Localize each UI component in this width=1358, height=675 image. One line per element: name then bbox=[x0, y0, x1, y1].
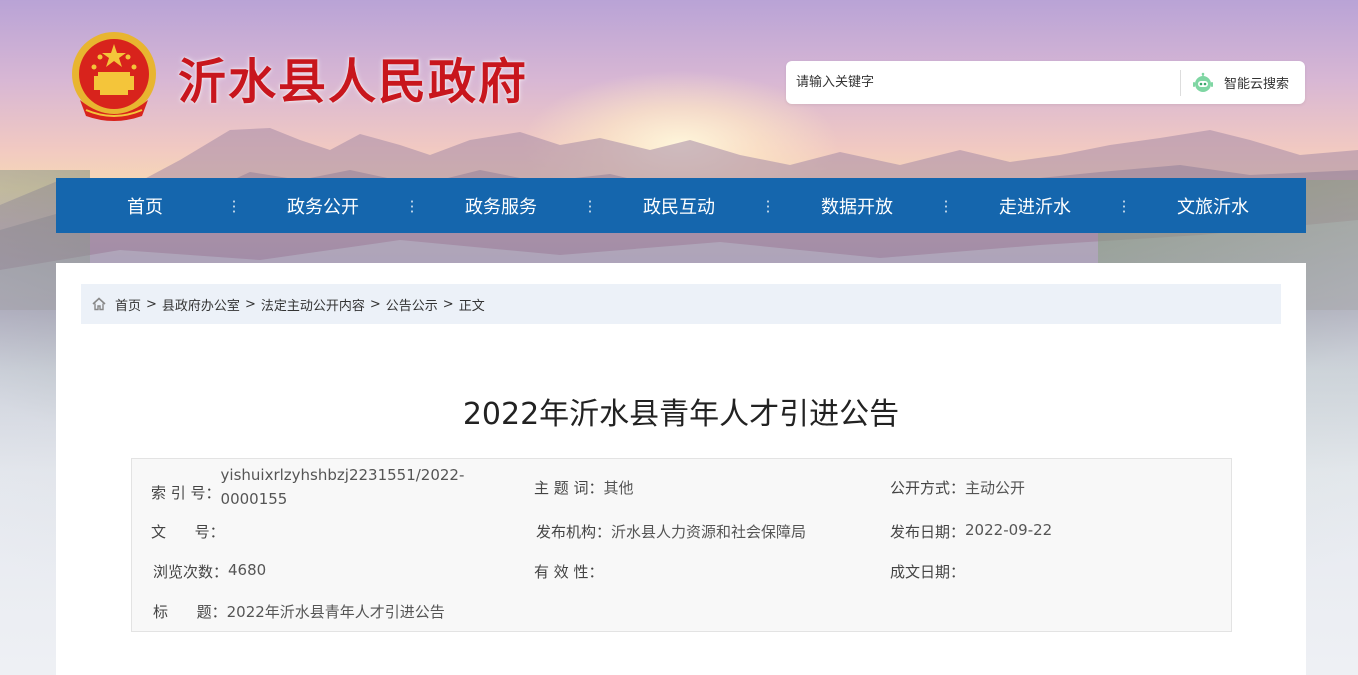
main-nav: 首页 政务公开 政务服务 政民互动 数据开放 走进沂水 文旅沂水 bbox=[56, 178, 1306, 233]
meta-open-mode: 公开方式： 主动公开 bbox=[890, 477, 1025, 498]
breadcrumb-announcements[interactable]: 公告公示 bbox=[386, 295, 438, 314]
meta-value: 2022-09-22 bbox=[965, 521, 1053, 539]
metadata-table: 索 引 号： yishuixrlzyhshbzj2231551/2022-000… bbox=[131, 458, 1232, 632]
nav-item-home[interactable]: 首页 bbox=[56, 193, 234, 219]
meta-value: 其他 bbox=[603, 479, 634, 497]
search-bar: 智能云搜索 bbox=[786, 61, 1305, 104]
meta-label: 浏览次数： bbox=[153, 563, 229, 581]
meta-index-number: 索 引 号： yishuixrlzyhshbzj2231551/2022-000… bbox=[151, 463, 471, 511]
meta-label: 发布日期： bbox=[890, 523, 966, 541]
nav-item-culture-tourism[interactable]: 文旅沂水 bbox=[1124, 193, 1302, 219]
article-title: 2022年沂水县青年人才引进公告 bbox=[462, 397, 900, 432]
content-panel: 首页 > 县政府办公室 > 法定主动公开内容 > 公告公示 > 正文 2022年… bbox=[56, 263, 1306, 675]
robot-icon bbox=[1193, 72, 1213, 92]
meta-label: 成文日期： bbox=[890, 563, 966, 581]
meta-title: 标 题： 2022年沂水县青年人才引进公告 bbox=[153, 601, 445, 622]
meta-value: 沂水县人力资源和社会保障局 bbox=[611, 523, 807, 541]
breadcrumb-separator: > bbox=[369, 296, 381, 312]
meta-label: 主 题 词： bbox=[534, 479, 604, 497]
meta-view-count: 浏览次数： 4680 bbox=[153, 561, 266, 582]
breadcrumb-separator: > bbox=[244, 296, 256, 312]
breadcrumb-county-office[interactable]: 县政府办公室 bbox=[162, 295, 240, 314]
meta-label: 有 效 性： bbox=[534, 563, 604, 581]
smart-search-label: 智能云搜索 bbox=[1224, 77, 1290, 92]
meta-document-number: 文 号： bbox=[151, 521, 225, 542]
nav-item-about-yishui[interactable]: 走进沂水 bbox=[946, 193, 1124, 219]
national-emblem-icon[interactable] bbox=[70, 30, 158, 122]
smart-search-button[interactable]: 智能云搜索 bbox=[1186, 61, 1305, 104]
meta-value: 主动公开 bbox=[965, 479, 1026, 497]
breadcrumb-separator: > bbox=[442, 296, 454, 312]
nav-item-government-services[interactable]: 政务服务 bbox=[412, 193, 590, 219]
breadcrumb-current: 正文 bbox=[458, 298, 485, 314]
meta-publisher: 发布机构： 沂水县人力资源和社会保障局 bbox=[536, 521, 806, 542]
meta-value: 2022年沂水县青年人才引进公告 bbox=[226, 603, 445, 621]
nav-item-open-data[interactable]: 数据开放 bbox=[768, 193, 946, 219]
meta-label: 文 号： bbox=[151, 523, 225, 541]
meta-written-date: 成文日期： bbox=[890, 561, 965, 582]
breadcrumb-statutory-disclosure[interactable]: 法定主动公开内容 bbox=[261, 295, 365, 314]
nav-item-interaction[interactable]: 政民互动 bbox=[590, 193, 768, 219]
meta-label: 公开方式： bbox=[890, 479, 966, 497]
meta-subject: 主 题 词： 其他 bbox=[534, 477, 634, 498]
breadcrumb-home[interactable]: 首页 bbox=[115, 295, 141, 314]
breadcrumb: 首页 > 县政府办公室 > 法定主动公开内容 > 公告公示 > 正文 bbox=[81, 284, 1281, 324]
nav-item-government-affairs[interactable]: 政务公开 bbox=[234, 193, 412, 219]
search-input[interactable] bbox=[786, 61, 1176, 104]
meta-label: 标 题： bbox=[153, 603, 227, 621]
meta-publish-date: 发布日期： 2022-09-22 bbox=[890, 521, 1052, 542]
home-icon bbox=[92, 297, 106, 311]
search-divider bbox=[1180, 70, 1181, 96]
meta-label: 索 引 号： bbox=[151, 484, 221, 502]
meta-validity: 有 效 性： bbox=[534, 561, 604, 582]
site-title[interactable]: 沂水县人民政府 bbox=[178, 42, 528, 112]
meta-value: 4680 bbox=[228, 561, 267, 579]
meta-label: 发布机构： bbox=[536, 523, 612, 541]
meta-value: yishuixrlzyhshbzj2231551/2022-0000155 bbox=[220, 466, 465, 508]
breadcrumb-separator: > bbox=[146, 296, 157, 312]
